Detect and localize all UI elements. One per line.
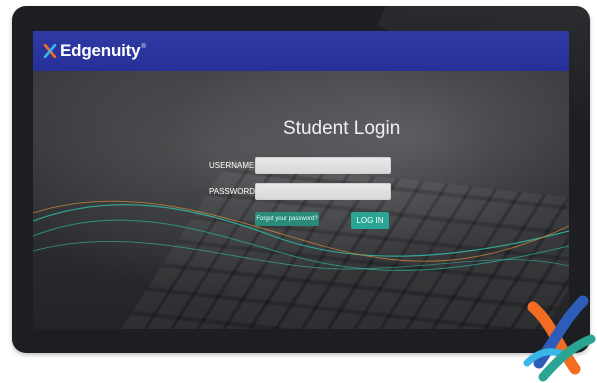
password-row: PASSWORD bbox=[209, 183, 391, 200]
forgot-password-link[interactable]: Forgot your password? bbox=[255, 212, 319, 226]
app-header: Edgenuity ® bbox=[33, 31, 569, 71]
username-label: USERNAME bbox=[209, 161, 255, 170]
brand-name: Edgenuity bbox=[60, 41, 141, 60]
password-input[interactable] bbox=[255, 183, 391, 200]
trademark-symbol: ® bbox=[141, 44, 146, 50]
username-row: USERNAME bbox=[209, 157, 391, 174]
login-button[interactable]: LOG IN bbox=[351, 212, 389, 229]
decorative-waves bbox=[33, 200, 569, 271]
username-input[interactable] bbox=[255, 157, 391, 174]
password-label: PASSWORD bbox=[209, 187, 256, 196]
edgenuity-x-large-icon bbox=[523, 295, 596, 382]
page-title: Student Login bbox=[283, 118, 401, 139]
edgenuity-x-icon bbox=[43, 44, 57, 58]
login-screen: Edgenuity ® Student Login USERNAME PASSW… bbox=[33, 31, 569, 329]
brand-logo[interactable]: Edgenuity ® bbox=[43, 41, 146, 61]
